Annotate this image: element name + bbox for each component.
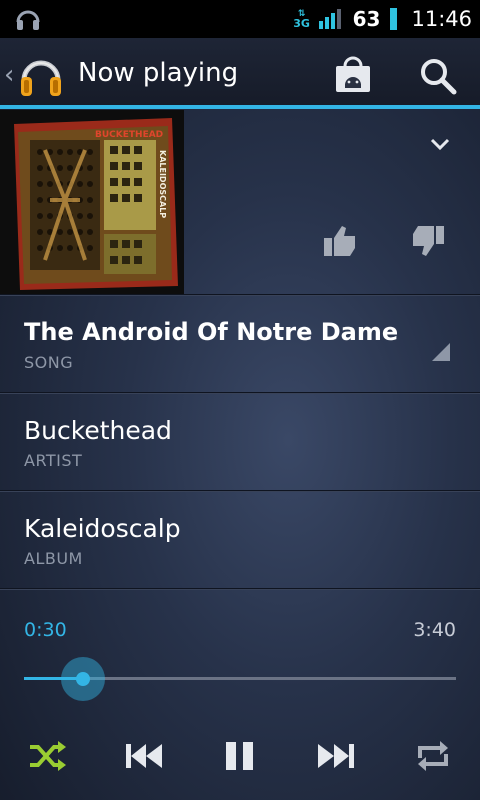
current-time: 0:30 (24, 619, 67, 641)
album-name[interactable]: Kaleidoscalp (24, 514, 181, 543)
album-art[interactable]: BUCKETHEAD KALEIDOSCALP (0, 110, 184, 294)
seek-thumb[interactable] (75, 672, 90, 686)
battery-percent: 63 (352, 7, 381, 31)
divider (0, 490, 480, 492)
song-label: SONG (24, 353, 74, 372)
artist-name[interactable]: Buckethead (24, 416, 172, 445)
album-art-album-text: KALEIDOSCALP (158, 150, 167, 218)
divider (0, 392, 480, 394)
song-menu-corner-icon[interactable] (432, 343, 450, 361)
album-label: ALBUM (24, 549, 83, 568)
thumbs-up-icon[interactable] (322, 224, 358, 262)
pause-icon[interactable] (222, 738, 258, 778)
total-time: 3:40 (413, 619, 456, 641)
previous-track-icon[interactable] (124, 738, 164, 778)
back-caret-icon[interactable]: ‹ (4, 60, 14, 90)
battery-icon (390, 8, 398, 30)
repeat-icon[interactable] (414, 738, 452, 778)
status-bar: ⇅ 3G 63 11:46 (0, 0, 480, 38)
action-bar (0, 38, 480, 108)
network-type-indicator: ⇅ 3G (293, 9, 310, 30)
thumbs-down-icon[interactable] (410, 224, 446, 262)
artist-label: ARTIST (24, 451, 83, 470)
shuffle-icon[interactable] (28, 738, 68, 778)
headphones-icon[interactable] (18, 50, 64, 104)
search-icon[interactable] (418, 56, 458, 100)
headphones-notification-icon (14, 6, 42, 36)
next-track-icon[interactable] (316, 738, 356, 778)
album-art-band-text: BUCKETHEAD (95, 130, 163, 140)
shop-icon[interactable] (333, 54, 373, 98)
chevron-down-icon[interactable] (428, 136, 452, 156)
signal-strength-icon (318, 9, 341, 29)
page-title: Now playing (78, 58, 239, 88)
song-title: The Android Of Notre Dame (24, 318, 399, 346)
divider (0, 588, 480, 590)
clock: 11:46 (411, 7, 472, 31)
divider (0, 294, 480, 296)
action-bar-divider (0, 105, 480, 109)
